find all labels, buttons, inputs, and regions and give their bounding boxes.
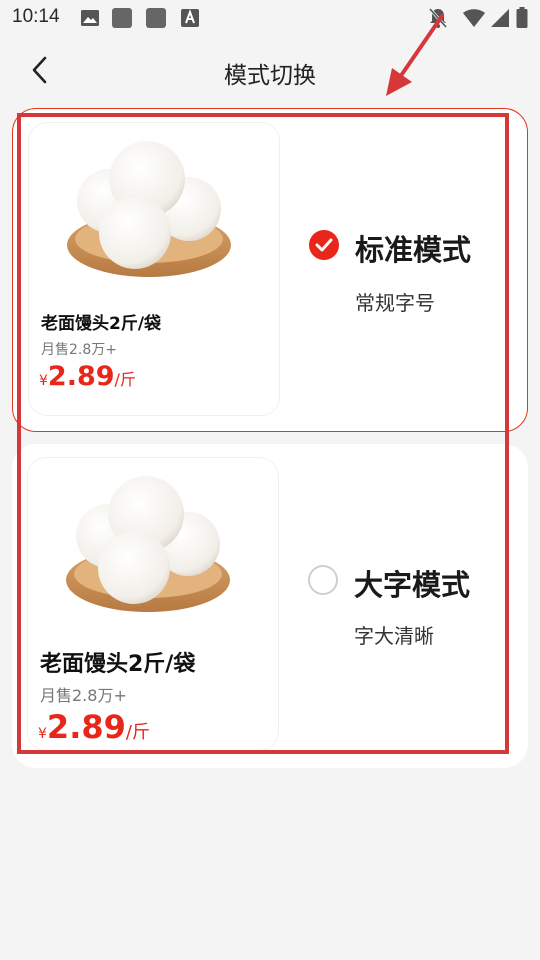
radio-standard-mode[interactable]: [309, 230, 339, 260]
radio-large-mode[interactable]: [308, 565, 338, 595]
screen: 10:14 模式切换 老面馒头2斤/袋 月售2.8万+ ¥2.89/斤 标准模式…: [0, 0, 540, 960]
mode-subtitle: 常规字号: [355, 291, 435, 315]
product-preview: 老面馒头2斤/袋 月售2.8万+ ¥2.89/斤: [28, 458, 278, 750]
product-sales: 月售2.8万+: [40, 686, 127, 705]
text-a-icon: [181, 9, 199, 27]
wifi-icon: [463, 9, 485, 27]
check-icon: [315, 238, 333, 252]
page-title: 模式切换: [224, 63, 316, 89]
price-currency: ¥: [39, 373, 48, 389]
price-currency: ¥: [38, 726, 47, 742]
mode-subtitle: 字大清晰: [354, 624, 434, 648]
product-price: ¥2.89/斤: [39, 361, 136, 392]
square-icon: [112, 8, 132, 28]
mode-title: 大字模式: [354, 568, 471, 602]
status-bar: 10:14: [0, 0, 540, 38]
image-icon: [81, 10, 99, 26]
product-name: 老面馒头2斤/袋: [40, 652, 196, 677]
square-icon: [146, 8, 166, 28]
bell-off-icon: [428, 8, 448, 28]
mode-title: 标准模式: [355, 233, 472, 267]
product-price: ¥2.89/斤: [38, 708, 150, 746]
product-sales: 月售2.8万+: [41, 342, 117, 358]
product-preview: 老面馒头2斤/袋 月售2.8万+ ¥2.89/斤: [29, 123, 279, 415]
signal-icon: [491, 9, 509, 27]
price-unit: /斤: [125, 722, 150, 743]
steamed-bun-image: [66, 476, 230, 612]
battery-icon: [516, 7, 528, 28]
price-value: 2.89: [47, 361, 115, 392]
product-name: 老面馒头2斤/袋: [41, 314, 162, 334]
status-time: 10:14: [12, 6, 60, 27]
header: 模式切换: [0, 38, 540, 102]
steamed-bun-image: [67, 141, 231, 277]
mode-card-standard[interactable]: 老面馒头2斤/袋 月售2.8万+ ¥2.89/斤 标准模式 常规字号: [12, 108, 528, 432]
price-value: 2.89: [46, 708, 126, 746]
mode-card-large[interactable]: 老面馒头2斤/袋 月售2.8万+ ¥2.89/斤 大字模式 字大清晰: [12, 444, 528, 768]
price-unit: /斤: [114, 370, 136, 389]
